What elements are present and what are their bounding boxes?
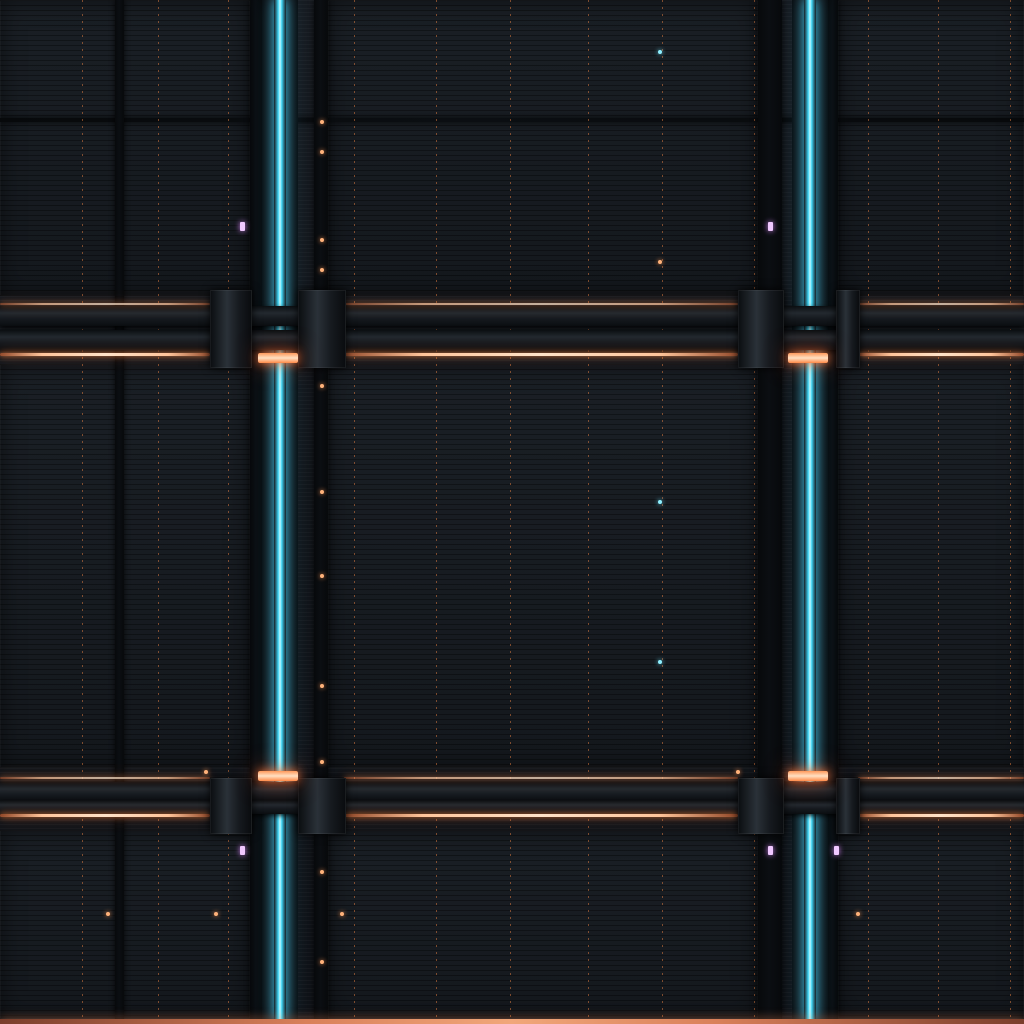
indicator-led bbox=[320, 684, 324, 688]
indicator-led-cyan bbox=[658, 500, 662, 504]
indicator-led bbox=[320, 870, 324, 874]
junction-bracket bbox=[738, 290, 784, 368]
indicator-led bbox=[320, 120, 324, 124]
upper-beam-bottom bbox=[0, 330, 1024, 350]
indicator-led bbox=[320, 760, 324, 764]
vertical-rail-center-right bbox=[758, 0, 782, 1019]
junction-bracket bbox=[298, 290, 346, 368]
panel-bottom-left bbox=[0, 830, 250, 1019]
panel-top-left bbox=[0, 0, 250, 296]
indicator-led bbox=[340, 912, 344, 916]
lower-glow-line-bottom-left bbox=[0, 814, 210, 817]
lower-beam-bottom bbox=[0, 800, 1024, 814]
dotted-line bbox=[662, 0, 663, 1019]
junction-bracket bbox=[738, 778, 784, 834]
bottom-glow-edge bbox=[0, 1019, 1024, 1024]
vertical-rail-left bbox=[115, 0, 124, 1019]
dotted-line bbox=[228, 0, 229, 1019]
indicator-led bbox=[320, 268, 324, 272]
junction-bracket bbox=[210, 290, 252, 368]
indicator-led bbox=[106, 912, 110, 916]
dotted-line bbox=[868, 0, 869, 1019]
lower-beam-top bbox=[0, 782, 1024, 802]
dotted-line bbox=[158, 0, 159, 1019]
lower-glow-line-top-left bbox=[0, 777, 210, 779]
lower-glow-line-bottom-center bbox=[344, 814, 738, 817]
dotted-line bbox=[588, 0, 589, 1019]
indicator-led bbox=[658, 260, 662, 264]
node-light-upper-left bbox=[258, 353, 298, 363]
cyan-light-tube-right bbox=[804, 0, 816, 1019]
indicator-led-violet bbox=[834, 846, 839, 855]
upper-glow-line-top-left bbox=[0, 303, 210, 305]
upper-glow-line-bottom-left bbox=[0, 353, 210, 356]
indicator-led-violet bbox=[768, 846, 773, 855]
indicator-led bbox=[320, 574, 324, 578]
indicator-led bbox=[214, 912, 218, 916]
panel-bottom-center bbox=[328, 830, 758, 1019]
junction-bracket bbox=[298, 778, 346, 834]
dotted-line bbox=[354, 0, 355, 1019]
panel-top-center bbox=[328, 0, 758, 296]
upper-beam-top bbox=[0, 306, 1024, 326]
indicator-led-cyan bbox=[658, 50, 662, 54]
indicator-led bbox=[320, 150, 324, 154]
indicator-led bbox=[204, 770, 208, 774]
dotted-line bbox=[938, 0, 939, 1019]
indicator-led-violet bbox=[240, 222, 245, 231]
circuit-grid-scene bbox=[0, 0, 1024, 1024]
indicator-led bbox=[856, 912, 860, 916]
indicator-led bbox=[320, 960, 324, 964]
panel-middle-center bbox=[328, 364, 758, 768]
indicator-led bbox=[320, 490, 324, 494]
lower-glow-line-top-right bbox=[858, 777, 1024, 779]
lower-glow-line-top-center bbox=[344, 777, 738, 779]
upper-glow-line-top-right bbox=[858, 303, 1024, 305]
panel-middle-right bbox=[838, 364, 1024, 768]
node-light-upper-right bbox=[788, 353, 828, 363]
indicator-led-violet bbox=[768, 222, 773, 231]
junction-bracket bbox=[210, 778, 252, 834]
indicator-led bbox=[320, 238, 324, 242]
dotted-line bbox=[82, 0, 83, 1019]
upper-glow-line-top-center bbox=[344, 303, 738, 305]
indicator-led bbox=[736, 770, 740, 774]
dotted-line bbox=[1010, 0, 1011, 1019]
panel-bottom-right bbox=[838, 830, 1024, 1019]
vertical-rail-inner-left bbox=[250, 0, 262, 1019]
dotted-line bbox=[754, 0, 755, 1019]
upper-glow-line-bottom-right bbox=[858, 353, 1024, 356]
indicator-led-cyan bbox=[658, 660, 662, 664]
lower-glow-line-bottom-right bbox=[858, 814, 1024, 817]
junction-bracket bbox=[836, 778, 860, 834]
node-light-lower-left bbox=[258, 771, 298, 781]
indicator-led bbox=[320, 384, 324, 388]
panel-middle-left bbox=[0, 364, 250, 768]
dotted-line bbox=[436, 0, 437, 1019]
node-light-lower-right bbox=[788, 771, 828, 781]
vertical-rail-right bbox=[828, 0, 838, 1019]
indicator-led-violet bbox=[240, 846, 245, 855]
horizontal-seam-top bbox=[0, 118, 1024, 122]
junction-bracket bbox=[836, 290, 860, 368]
upper-glow-line-bottom-center bbox=[344, 353, 738, 356]
cyan-light-tube-left bbox=[274, 0, 286, 1019]
dotted-line bbox=[510, 0, 511, 1019]
panel-top-right bbox=[838, 0, 1024, 296]
